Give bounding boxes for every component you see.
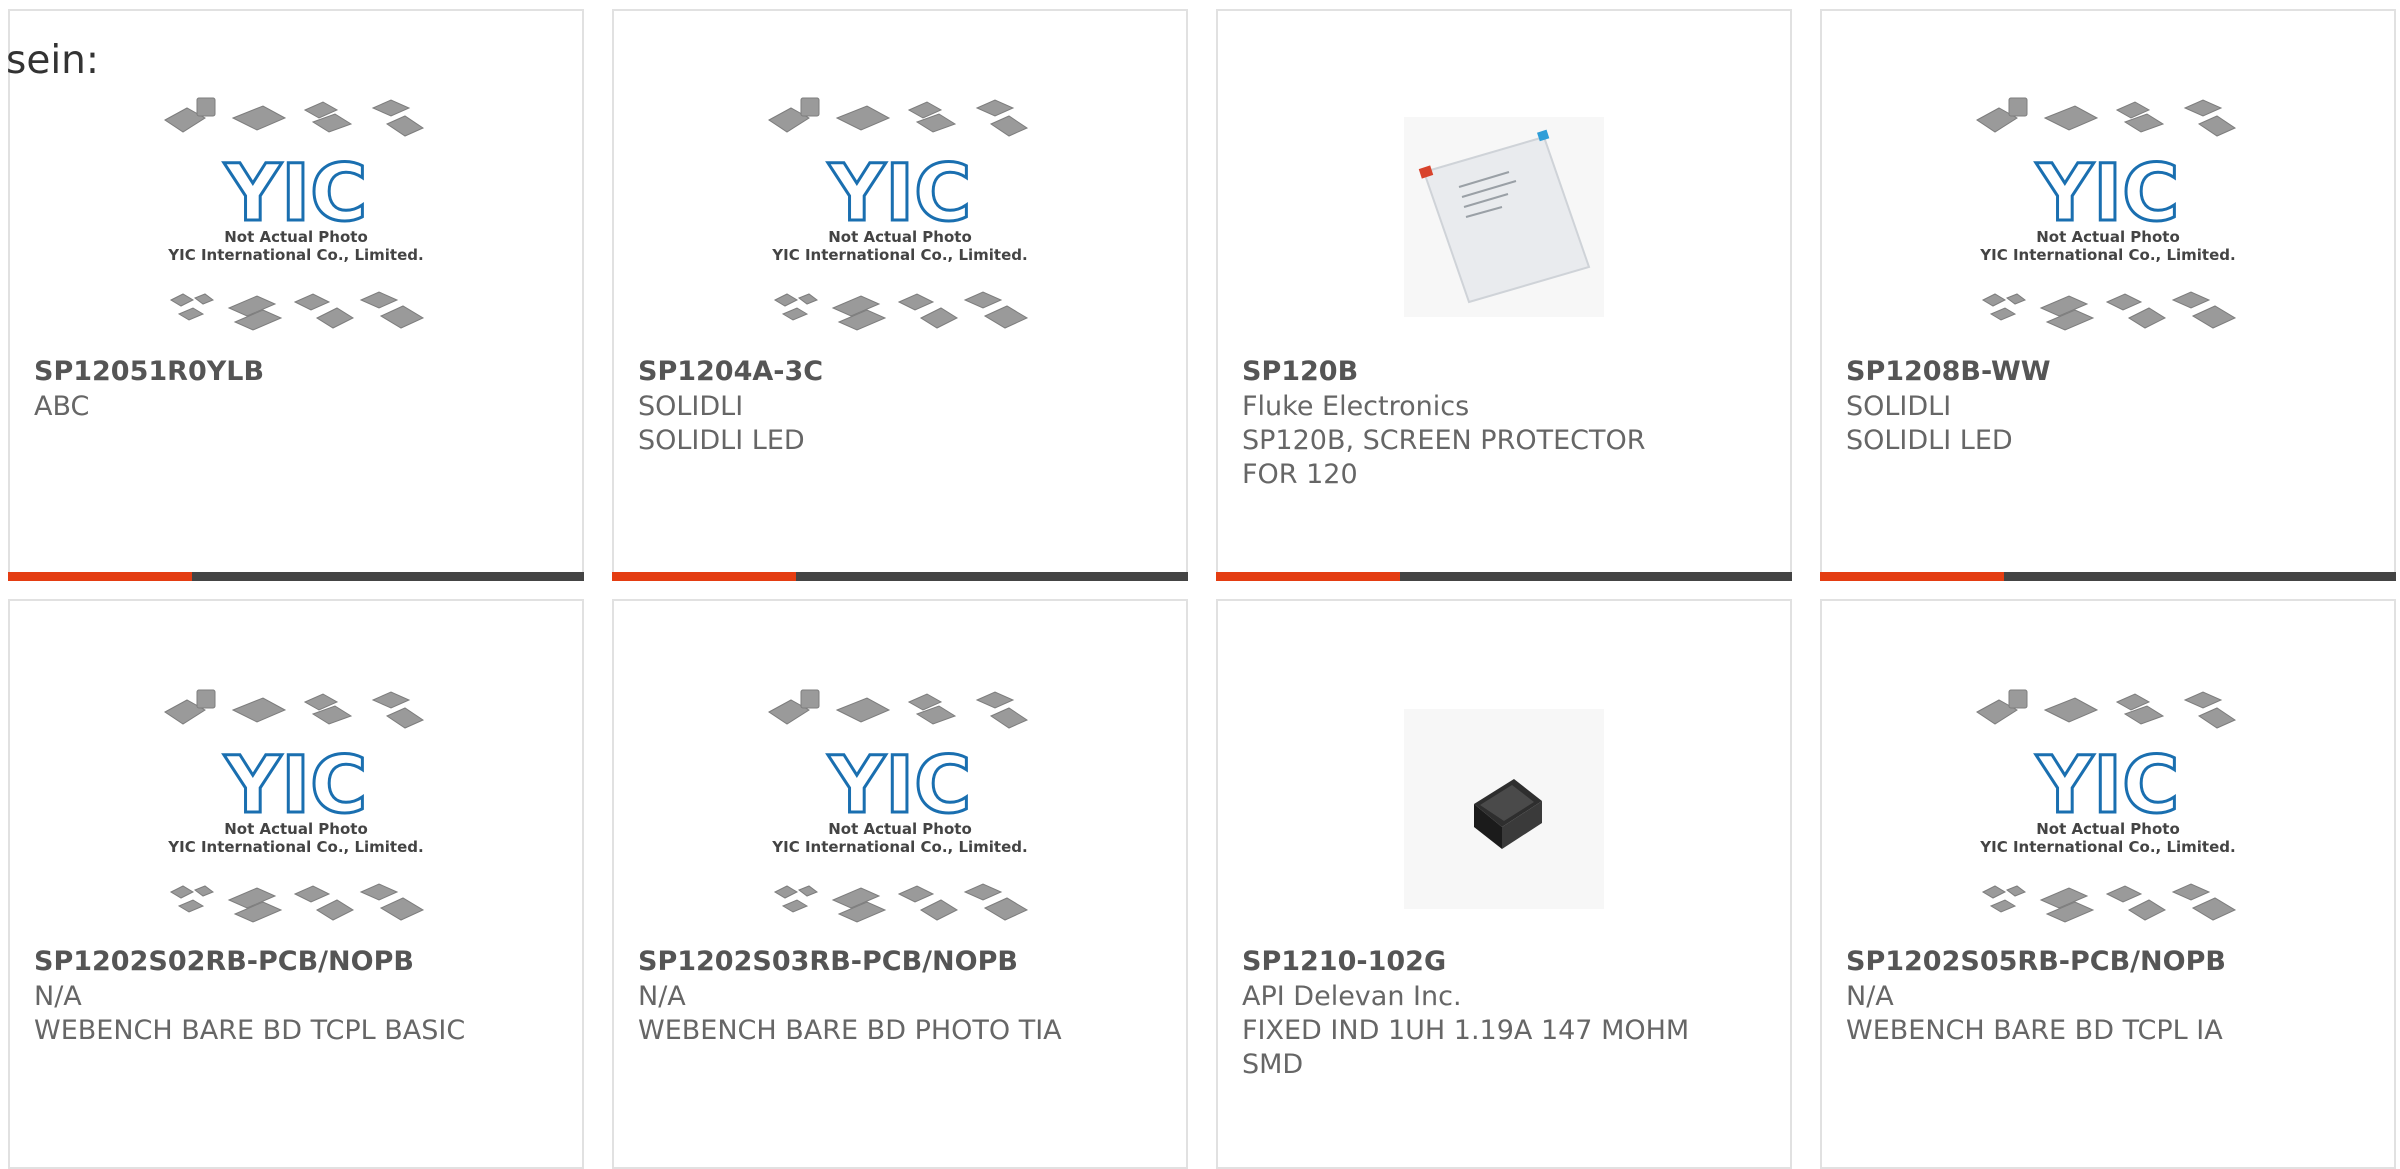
description: WEBENCH BARE BD PHOTO TIA [638,1015,1062,1046]
product-photo [1404,117,1604,317]
product-image[interactable]: YIC Not Actual Photo YIC International C… [614,82,1186,352]
placeholder-photo: YIC Not Actual Photo YIC International C… [1976,689,2237,923]
manufacturer: SOLIDLI [1846,391,1952,422]
svg-text:YIC International Co., Limited: YIC International Co., Limited. [1979,838,2235,856]
product-image[interactable]: YIC Not Actual Photo YIC International C… [1822,674,2394,944]
part-number-link[interactable]: SP1210-102G [1242,946,1446,977]
part-number-link[interactable]: SP1208B-WW [1846,356,2051,387]
svg-text:Not Actual Photo: Not Actual Photo [828,820,972,838]
description: SP120B, SCREEN PROTECTOR [1242,425,1646,456]
card-bottom-bar [8,572,584,581]
overlay-text: sein: [6,38,100,83]
svg-text:YIC International Co., Limited: YIC International Co., Limited. [771,246,1027,264]
placeholder-photo: YIC Not Actual Photo YIC International C… [164,97,425,331]
part-number-link[interactable]: SP12051R0YLB [34,356,264,387]
logo-text: YIC [828,149,972,239]
svg-text:YIC International Co., Limited: YIC International Co., Limited. [167,838,423,856]
description: WEBENCH BARE BD TCPL IA [1846,1015,2223,1046]
product-card[interactable]: YIC Not Actual Photo YIC International C… [612,9,1188,581]
product-image[interactable]: YIC Not Actual Photo YIC International C… [10,674,582,944]
svg-text:YIC International Co., Limited: YIC International Co., Limited. [167,246,423,264]
product-card[interactable]: SP1210-102G API Delevan Inc. FIXED IND 1UH… [1216,599,1792,1169]
manufacturer: N/A [34,981,82,1012]
manufacturer: SOLIDLI [638,391,744,422]
logo-text: YIC [2036,741,2180,831]
product-card[interactable]: SP120B Fluke Electronics SP120B, SCREEN PR… [1216,9,1792,581]
description: FOR 120 [1242,459,1358,490]
logo-text: YIC [828,741,972,831]
logo-text: YIC [224,149,368,239]
logo-text: YIC [2036,149,2180,239]
manufacturer: N/A [638,981,686,1012]
part-number-link[interactable]: SP1202S02RB-PCB/NOPB [34,946,414,977]
svg-text:Not Actual Photo: Not Actual Photo [828,228,972,246]
product-photo [1404,709,1604,909]
placeholder-photo: YIC Not Actual Photo YIC International C… [1976,97,2237,331]
product-image[interactable]: YIC Not Actual Photo YIC International C… [1822,82,2394,352]
card-accent-bar [612,572,797,581]
card-bottom-bar [1820,572,2396,581]
description: SOLIDLI LED [1846,425,2013,456]
part-number-link[interactable]: SP1204A-3C [638,356,823,387]
description: FIXED IND 1UH 1.19A 147 MOHM [1242,1015,1690,1046]
product-image[interactable] [1218,82,1790,352]
part-number-link[interactable]: SP120B [1242,356,1358,387]
svg-text:Not Actual Photo: Not Actual Photo [2036,228,2180,246]
product-card[interactable]: YIC Not Actual Photo YIC International C… [612,599,1188,1169]
part-number-link[interactable]: SP1202S05RB-PCB/NOPB [1846,946,2226,977]
manufacturer: N/A [1846,981,1894,1012]
card-bottom-bar [612,572,1188,581]
svg-text:YIC International Co., Limited: YIC International Co., Limited. [1979,246,2235,264]
description: SOLIDLI LED [638,425,805,456]
card-accent-bar [8,572,193,581]
card-bottom-bar [1216,572,1792,581]
svg-text:Not Actual Photo: Not Actual Photo [224,228,368,246]
product-card[interactable]: YIC Not Actual Photo YIC International C… [8,9,584,581]
part-number-link[interactable]: SP1202S03RB-PCB/NOPB [638,946,1018,977]
product-image[interactable] [1218,674,1790,944]
card-accent-bar [1820,572,2005,581]
manufacturer: Fluke Electronics [1242,391,1470,422]
placeholder-photo: YIC Not Actual Photo YIC International C… [768,689,1029,923]
manufacturer: API Delevan Inc. [1242,981,1462,1012]
product-card[interactable]: YIC Not Actual Photo YIC International C… [1820,599,2396,1169]
svg-text:YIC International Co., Limited: YIC International Co., Limited. [771,838,1027,856]
description: WEBENCH BARE BD TCPL BASIC [34,1015,466,1046]
product-card[interactable]: YIC Not Actual Photo YIC International C… [1820,9,2396,581]
svg-text:Not Actual Photo: Not Actual Photo [2036,820,2180,838]
svg-text:Not Actual Photo: Not Actual Photo [224,820,368,838]
placeholder-photo: YIC Not Actual Photo YIC International C… [768,97,1029,331]
product-card[interactable]: YIC Not Actual Photo YIC International C… [8,599,584,1169]
logo-text: YIC [224,741,368,831]
description: ABC [34,391,90,422]
card-accent-bar [1216,572,1401,581]
placeholder-photo: YIC Not Actual Photo YIC International C… [164,689,425,923]
product-image[interactable]: YIC Not Actual Photo YIC International C… [614,674,1186,944]
description: SMD [1242,1049,1304,1080]
product-image[interactable]: YIC Not Actual Photo YIC International C… [10,82,582,352]
